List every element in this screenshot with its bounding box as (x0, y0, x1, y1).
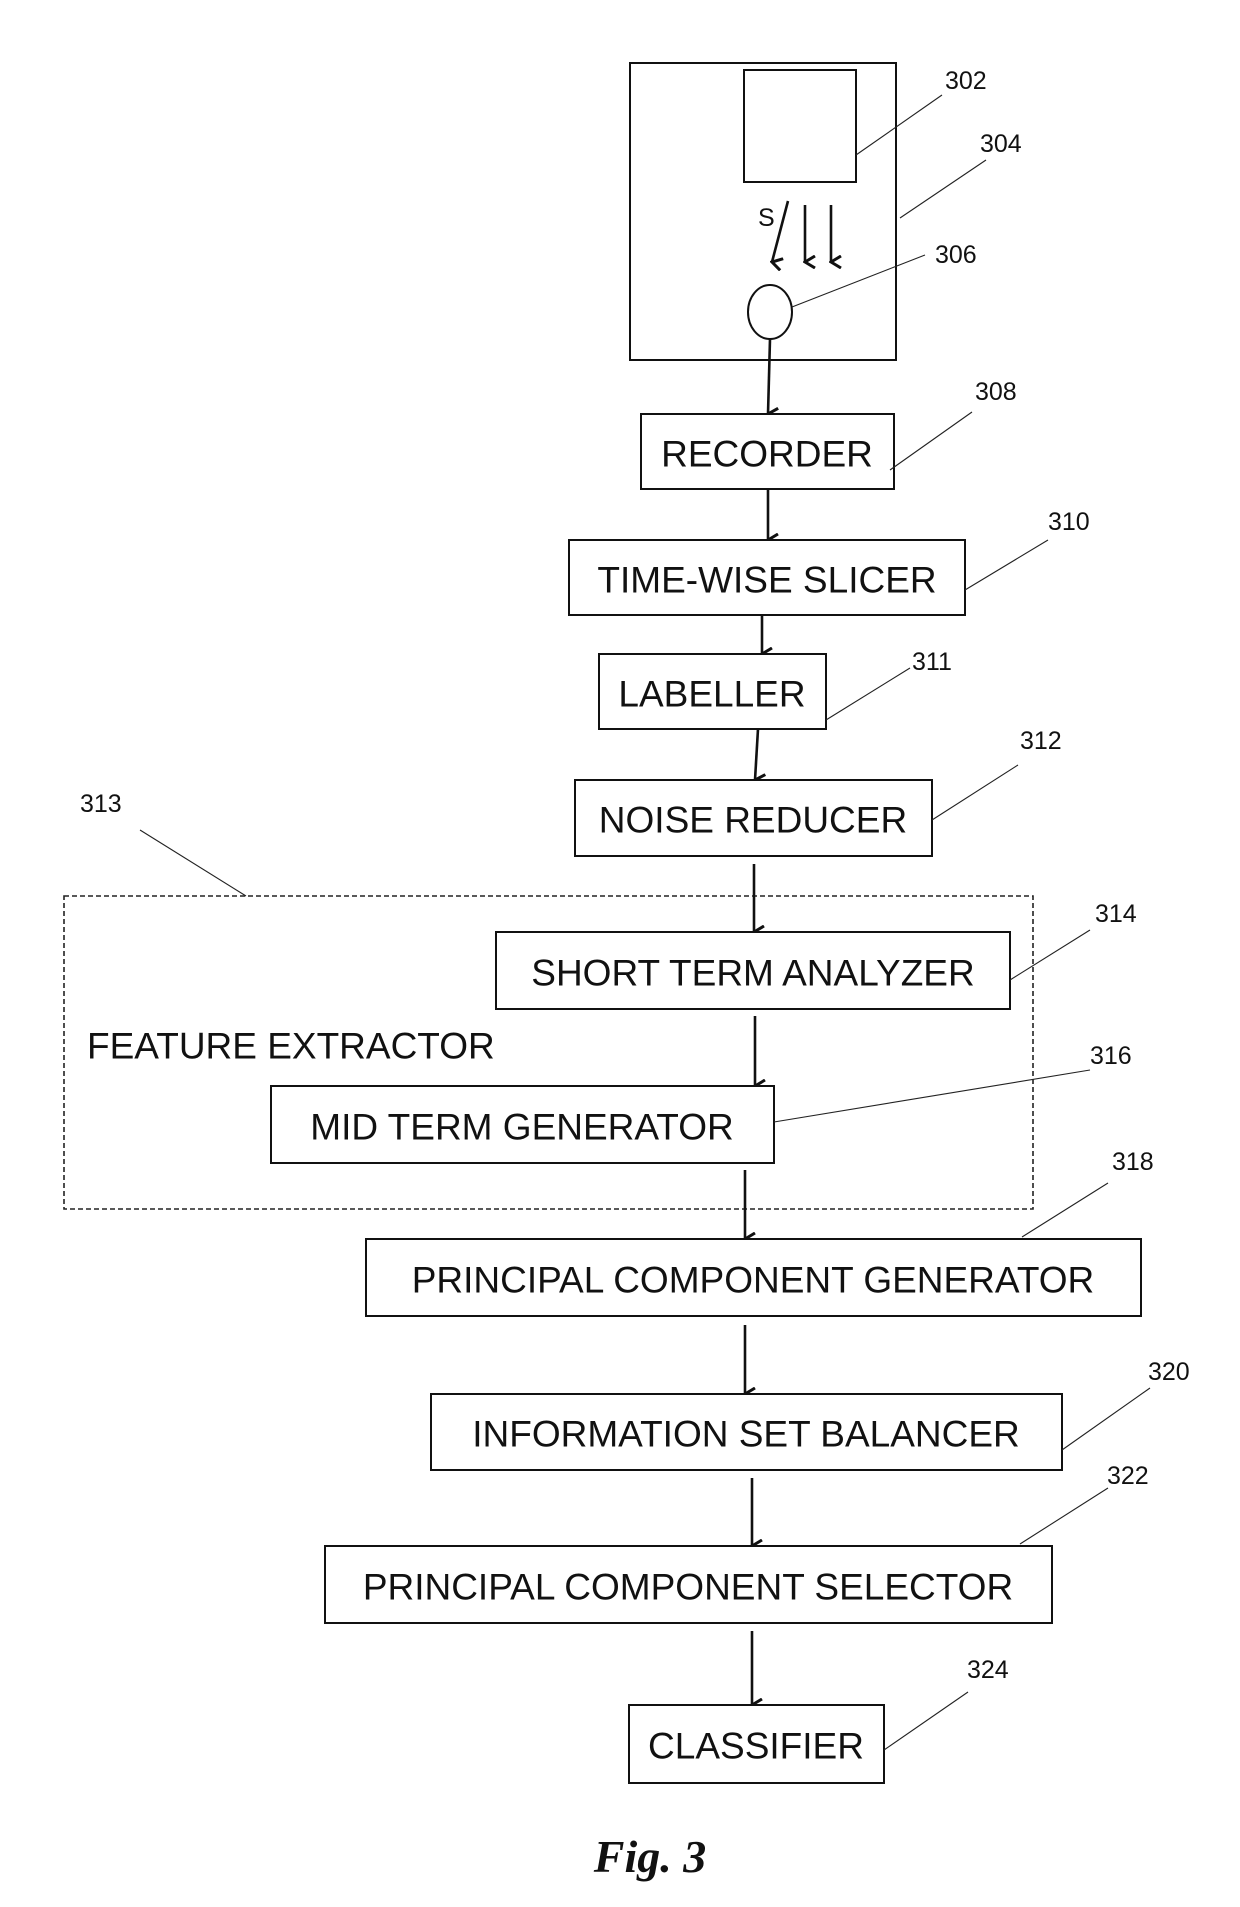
block-time-wise-slicer: TIME-WISE SLICER 310 (568, 508, 1090, 616)
ref-310: 310 (1048, 508, 1090, 536)
ref-304: 304 (980, 130, 1022, 158)
sound-source-box (743, 69, 857, 183)
arrow-labeller-noise (755, 728, 758, 780)
block-labeller: LABELLER 311 (598, 648, 952, 730)
ref-311: 311 (912, 648, 952, 676)
ref-322: 322 (1107, 1462, 1149, 1490)
ref-314: 314 (1095, 900, 1137, 928)
block-label: NOISE REDUCER (599, 800, 907, 841)
block-principal-component-generator: PRINCIPAL COMPONENT GENERATOR 318 (365, 1148, 1154, 1317)
block-noise-reducer: NOISE REDUCER 312 (574, 727, 1062, 857)
ref-306: 306 (935, 241, 977, 269)
block-label: SHORT TERM ANALYZER (531, 953, 974, 994)
figure-caption: Fig. 3 (593, 1831, 706, 1882)
ref-312: 312 (1020, 727, 1062, 755)
block-label: PRINCIPAL COMPONENT GENERATOR (412, 1260, 1095, 1301)
block-short-term-analyzer: SHORT TERM ANALYZER 314 (495, 900, 1137, 1010)
ref-324: 324 (967, 1656, 1009, 1684)
ref-308: 308 (975, 378, 1017, 406)
block-label: RECORDER (661, 434, 873, 475)
ref-302: 302 (945, 67, 987, 95)
block-label: PRINCIPAL COMPONENT SELECTOR (363, 1567, 1013, 1608)
ref-316: 316 (1090, 1042, 1132, 1070)
device-enclosure: S 302 304 306 (629, 62, 1022, 361)
ref-320: 320 (1148, 1358, 1190, 1386)
block-label: LABELLER (618, 674, 805, 715)
block-label: TIME-WISE SLICER (597, 560, 936, 601)
flow-diagram: S 302 304 306 FEATURE EXTRACTOR 313 RECO… (63, 62, 1190, 1882)
block-classifier: CLASSIFIER 324 (628, 1656, 1009, 1784)
block-principal-component-selector: PRINCIPAL COMPONENT SELECTOR 322 (324, 1462, 1149, 1624)
signal-label: S (758, 204, 775, 232)
ref-318: 318 (1112, 1148, 1154, 1176)
block-recorder: RECORDER 308 (640, 378, 1017, 490)
block-label: MID TERM GENERATOR (310, 1107, 733, 1148)
feature-extractor-label: FEATURE EXTRACTOR (87, 1026, 495, 1067)
leader-313 (139, 829, 247, 897)
block-label: CLASSIFIER (648, 1726, 864, 1767)
block-label: INFORMATION SET BALANCER (472, 1414, 1020, 1455)
ref-313: 313 (80, 790, 122, 818)
block-information-set-balancer: INFORMATION SET BALANCER 320 (430, 1358, 1190, 1471)
microphone-sensor (747, 284, 793, 340)
leader-304 (899, 159, 987, 219)
